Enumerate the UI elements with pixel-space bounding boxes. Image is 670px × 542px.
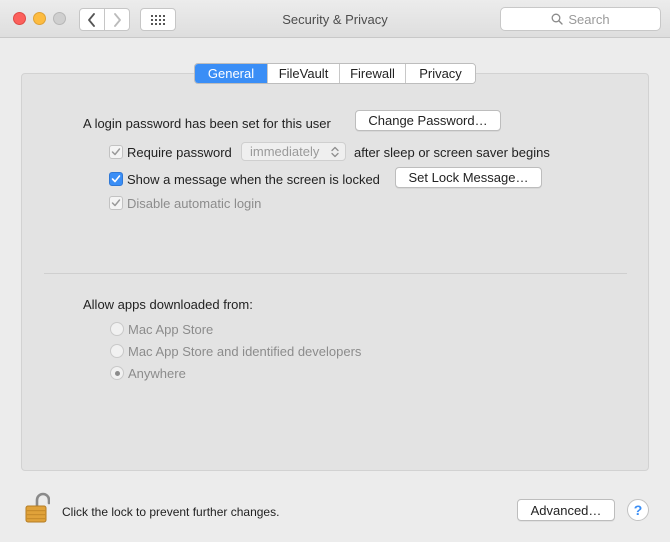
radio-mac-app-store-label: Mac App Store [128,322,214,337]
radio-anywhere-label: Anywhere [128,366,186,381]
login-password-text: A login password has been set for this u… [83,116,331,131]
allow-apps-heading: Allow apps downloaded from: [83,297,253,312]
content-panel [21,73,649,471]
help-button[interactable]: ? [627,499,649,521]
require-password-label: Require password [127,145,232,160]
tab-general[interactable]: General [195,64,267,83]
tab-privacy[interactable]: Privacy [405,64,475,83]
section-divider [44,273,627,274]
disable-auto-login-label: Disable automatic login [127,196,262,211]
checkmark-icon [111,199,121,207]
radio-selected-dot [114,370,120,376]
tab-bar: General FileVault Firewall Privacy [194,63,476,84]
lock-button[interactable] [24,491,51,523]
lock-text: Click the lock to prevent further change… [62,505,280,519]
radio-identified-developers-label: Mac App Store and identified developers [128,344,362,359]
radio-mac-app-store[interactable] [110,322,124,336]
set-lock-message-button[interactable]: Set Lock Message… [395,167,542,188]
radio-anywhere[interactable] [110,366,124,380]
show-message-label: Show a message when the screen is locked [127,172,380,187]
advanced-button[interactable]: Advanced… [517,499,615,521]
search-placeholder: Search [568,11,610,27]
checkmark-icon [111,175,121,183]
change-password-button[interactable]: Change Password… [355,110,501,131]
unlocked-padlock-icon [25,492,51,523]
require-password-checkbox[interactable] [109,145,123,159]
updown-arrows-icon [331,146,339,157]
tab-firewall[interactable]: Firewall [339,64,405,83]
disable-auto-login-checkbox[interactable] [109,196,123,210]
require-password-delay-value: immediately [250,144,320,159]
search-icon [551,13,564,25]
checkmark-icon [111,148,121,156]
require-password-delay-select[interactable]: immediately [241,142,346,161]
search-field[interactable]: Search [500,7,661,31]
show-message-checkbox[interactable] [109,172,123,186]
after-sleep-text: after sleep or screen saver begins [354,145,550,160]
radio-identified-developers[interactable] [110,344,124,358]
tab-filevault[interactable]: FileVault [267,64,339,83]
